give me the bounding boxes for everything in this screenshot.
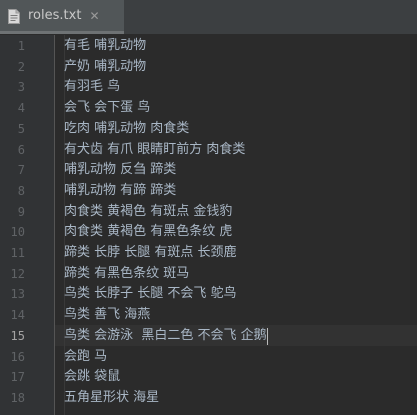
text-editor[interactable]: 有毛 哺乳动物 产奶 哺乳动物 有羽毛 鸟会飞 会下蛋 鸟吃肉 哺乳动物 肉食类 有犬… [55, 35, 417, 415]
line-number: 6 [17, 142, 25, 157]
code-line[interactable]: 吃肉 哺乳动物 肉食类 [64, 119, 189, 139]
line-number: 11 [10, 246, 25, 260]
code-line[interactable]: 蹄类 有黑色条纹 斑马 [64, 264, 189, 284]
code-line[interactable]: 肉食类 黄褐色 有黑色条纹 虎 [64, 222, 232, 242]
code-line[interactable]: 肉食类 黄褐色 有斑点 金钱豹 [64, 202, 232, 222]
text-caret [266, 327, 268, 345]
code-line[interactable]: 鸟类 长脖子 长腿 不会飞 鸵鸟 [64, 284, 237, 304]
tab-roles-txt[interactable]: roles.txt ✕ [0, 0, 124, 34]
code-line[interactable]: 鸟类 善飞 海燕 [64, 305, 150, 325]
line-number: 16 [10, 349, 25, 364]
line-number: 14 [10, 308, 25, 323]
line-number: 10 [10, 225, 25, 240]
code-line[interactable]: 会跳 袋鼠 [64, 367, 120, 387]
code-line[interactable]: 蹄类 长脖 长腿 有斑点 长颈鹿 [64, 243, 237, 263]
line-number: 12 [10, 266, 25, 281]
line-number: 3 [17, 80, 25, 95]
code-line[interactable]: 会飞 会下蛋 鸟 [64, 98, 150, 118]
code-line[interactable]: 会跑 马 [64, 347, 107, 367]
code-line[interactable]: 有羽毛 鸟 [64, 77, 120, 97]
line-number: 18 [10, 390, 25, 405]
code-line[interactable]: 有毛 哺乳动物 [64, 36, 146, 56]
line-number-gutter: 1 2 3 4 5 6 7 8 9 10 11 12 13 14 15 16 17 18 [0, 35, 55, 415]
close-icon[interactable]: ✕ [89, 10, 100, 22]
code-line[interactable]: 有犬齿 有爪 眼睛盯前方 肉食类 [64, 140, 245, 160]
code-line[interactable]: 产奶 哺乳动物 [64, 57, 146, 77]
editor-window: roles.txt ✕ 1 2 3 4 5 6 7 8 9 10 11 12 13 14 15 16 17 18 … [0, 0, 417, 415]
code-line[interactable]: 五角星形状 海星 [64, 388, 159, 408]
tab-label: roles.txt [28, 8, 82, 23]
line-number: 7 [17, 163, 25, 178]
line-number: 17 [10, 370, 25, 385]
line-number: 1 [17, 39, 25, 53]
line-number: 4 [17, 101, 25, 116]
tab-bar: roles.txt ✕ [0, 0, 417, 35]
text-file-icon [8, 9, 20, 24]
line-number: 8 [17, 183, 25, 198]
code-line[interactable]: 哺乳动物 反刍 蹄类 [64, 160, 176, 180]
line-number: 9 [17, 204, 25, 219]
line-number: 5 [17, 121, 25, 136]
line-number: 13 [10, 287, 25, 302]
code-line[interactable]: 哺乳动物 有蹄 蹄类 [64, 181, 176, 201]
line-number: 2 [17, 59, 25, 74]
code-line[interactable]: 鸟类 会游泳 黑白二色 不会飞 企鹅 [64, 326, 267, 346]
line-number: 15 [10, 328, 25, 343]
